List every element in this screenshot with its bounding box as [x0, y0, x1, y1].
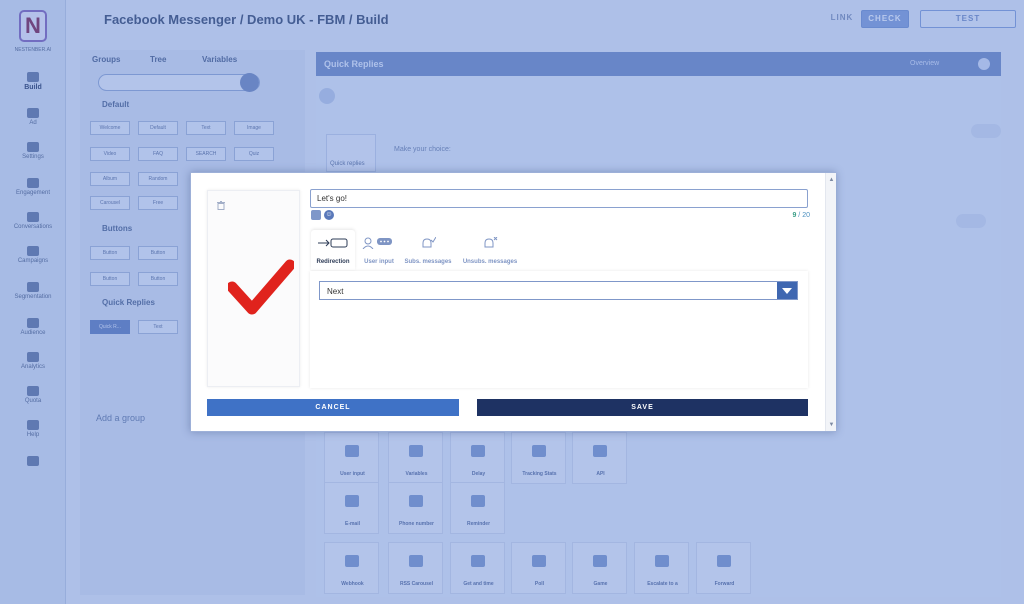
save-button[interactable]: SAVE: [477, 399, 808, 416]
modal-scrollbar[interactable]: ▲ ▼: [825, 173, 836, 431]
bell-check-icon: [422, 237, 436, 248]
character-counter: 9 / 20: [792, 212, 810, 219]
checkmark-icon: [228, 259, 294, 315]
quick-reply-editor-modal: ▲ ▼ ☺ 9 / 20 Redirection: [190, 172, 836, 432]
tab-unsubs-messages[interactable]: Unsubs. messages: [460, 230, 520, 270]
reply-editor: ☺ 9 / 20 Redirection User input: [310, 187, 810, 388]
scroll-up-arrow-icon[interactable]: ▲: [828, 176, 835, 184]
reply-preview-card: [207, 190, 300, 387]
tab-subs-messages[interactable]: Subs. messages: [402, 230, 454, 270]
emoji-icon[interactable]: ☺: [324, 210, 334, 220]
reply-text-input[interactable]: [310, 189, 808, 208]
trash-icon[interactable]: [217, 201, 225, 210]
redirection-select[interactable]: Next: [319, 281, 798, 300]
chevron-down-icon[interactable]: [777, 282, 797, 299]
redirect-arrow-icon: [318, 238, 348, 248]
redirection-select-value: Next: [327, 287, 344, 296]
bell-off-icon: [484, 237, 498, 248]
keyboard-icon[interactable]: [311, 210, 321, 220]
cancel-button[interactable]: CANCEL: [207, 399, 459, 416]
user-chat-icon: [362, 237, 392, 249]
redirection-tab-panel: Next: [310, 271, 808, 388]
tab-user-input[interactable]: User input: [358, 230, 400, 270]
scroll-down-arrow-icon[interactable]: ▼: [828, 421, 835, 429]
tab-redirection[interactable]: Redirection: [311, 230, 355, 270]
